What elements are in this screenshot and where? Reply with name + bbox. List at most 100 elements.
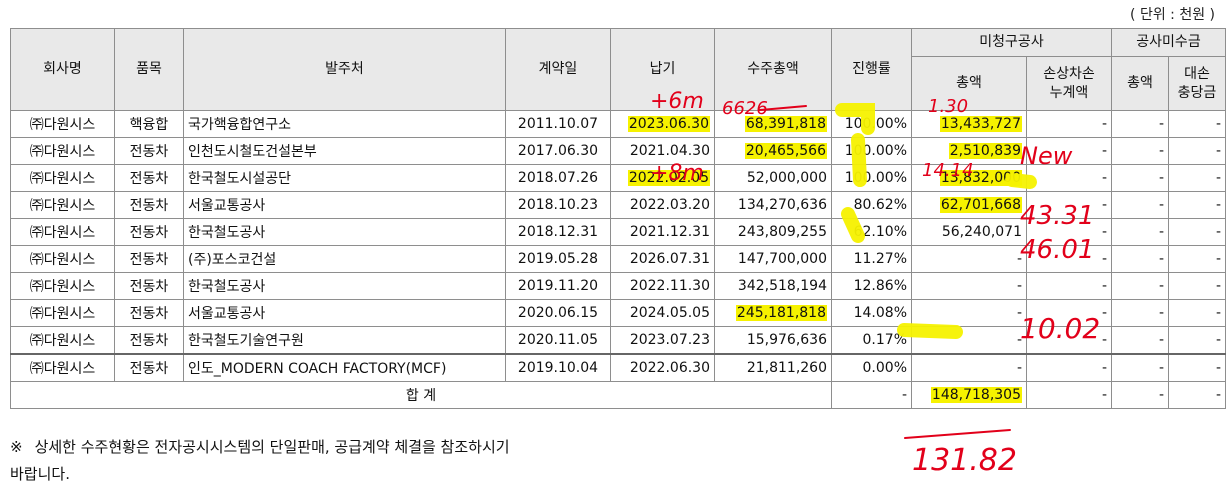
cell-unbilled-total: 62,701,668 — [911, 191, 1027, 219]
cell-progress: 0.00% — [831, 353, 912, 382]
table-row: ㈜다원시스 전동차 인천도시철도건설본부 2017.06.30 2021.04.30 20… — [10, 137, 1226, 165]
cell-unbilled-loss: - — [1026, 191, 1112, 219]
cell-receivable-total: - — [1111, 218, 1169, 246]
total-row: 합 계 - 148,718,305 - - - — [10, 381, 1226, 409]
highlighted-value: 245,181,818 — [735, 305, 827, 321]
cell-product: 전동차 — [114, 191, 184, 219]
table-row: ㈜다원시스 핵융합 국가핵융합연구소 2011.10.07 2023.06.30 68,3… — [10, 110, 1226, 138]
cell-receivable-allow: - — [1168, 110, 1226, 138]
cell-total: 21,811,260 — [714, 353, 832, 382]
col-header-receivable-allow: 대손 충당금 — [1168, 56, 1226, 111]
cell-unbilled-loss: - — [1026, 218, 1112, 246]
cell-client: 인천도시철도건설본부 — [183, 137, 506, 165]
highlighted-value: 13,832,000 — [939, 170, 1022, 186]
cell-company: ㈜다원시스 — [10, 110, 115, 138]
highlighted-value: 2,510,839 — [948, 143, 1022, 159]
cell-receivable-allow: - — [1168, 353, 1226, 382]
table-row: ㈜다원시스 전동차 서울교통공사 2018.10.23 2022.03.20 134,27… — [10, 191, 1226, 219]
cell-client: 국가핵융합연구소 — [183, 110, 506, 138]
cell-unbilled-total: - — [911, 353, 1027, 382]
total-unbilled-value: 148,718,305 — [930, 387, 1022, 403]
total-progress: - — [831, 381, 912, 409]
cell-progress: 12.86% — [831, 272, 912, 300]
cell-unbilled-total: 13,832,000 — [911, 164, 1027, 192]
cell-contract-date: 2020.06.15 — [505, 299, 611, 327]
highlighted-value: 68,391,818 — [744, 116, 827, 132]
cell-product: 전동차 — [114, 326, 184, 355]
col-header-contract-date: 계약일 — [505, 28, 611, 111]
col-header-receivable-group: 공사미수금 — [1111, 28, 1226, 57]
cell-contract-date: 2018.07.26 — [505, 164, 611, 192]
col-header-unbilled-loss: 손상차손 누계액 — [1026, 56, 1112, 111]
cell-delivery: 2022.11.30 — [610, 272, 715, 300]
highlighted-value: 2023.06.30 — [627, 116, 710, 132]
cell-company: ㈜다원시스 — [10, 137, 115, 165]
cell-company: ㈜다원시스 — [10, 164, 115, 192]
cell-receivable-allow: - — [1168, 218, 1226, 246]
cell-progress: 100.00% — [831, 164, 912, 192]
cell-company: ㈜다원시스 — [10, 191, 115, 219]
cell-unbilled-total: - — [911, 326, 1027, 355]
cell-product: 전동차 — [114, 218, 184, 246]
cell-unbilled-loss: - — [1026, 272, 1112, 300]
cell-client: 서울교통공사 — [183, 299, 506, 327]
cell-company: ㈜다원시스 — [10, 245, 115, 273]
cell-total: 243,809,255 — [714, 218, 832, 246]
cell-receivable-allow: - — [1168, 164, 1226, 192]
cell-total: 68,391,818 — [714, 110, 832, 138]
cell-progress: 100.00% — [831, 110, 912, 138]
table-row: ㈜다원시스 전동차 한국철도시설공단 2018.07.26 2022.02.05 52,0… — [10, 164, 1226, 192]
cell-receivable-allow: - — [1168, 191, 1226, 219]
cell-product: 전동차 — [114, 164, 184, 192]
cell-contract-date: 2017.06.30 — [505, 137, 611, 165]
cell-receivable-total: - — [1111, 326, 1169, 355]
cell-progress: 0.17% — [831, 326, 912, 355]
cell-progress: 14.08% — [831, 299, 912, 327]
table-row: ㈜다원시스 전동차 인도_MODERN COACH FACTORY(MCF) 2019… — [10, 353, 1226, 382]
cell-unbilled-total: - — [911, 245, 1027, 273]
cell-company: ㈜다원시스 — [10, 218, 115, 246]
unit-label: ( 단위 : 천원 ) — [1130, 7, 1215, 23]
total-unbilled: 148,718,305 — [911, 381, 1027, 409]
col-header-unbilled-total: 총액 — [911, 56, 1027, 111]
cell-receivable-total: - — [1111, 299, 1169, 327]
cell-delivery: 2021.04.30 — [610, 137, 715, 165]
cell-contract-date: 2019.10.04 — [505, 353, 611, 382]
cell-product: 전동차 — [114, 272, 184, 300]
footnote: ※ 상세한 수주현황은 전자공시시스템의 단일판매, 공급계약 체결을 참조하시기… — [10, 434, 510, 488]
cell-total: 20,465,566 — [714, 137, 832, 165]
col-header-product: 품목 — [114, 28, 184, 111]
cell-client: 한국철도공사 — [183, 272, 506, 300]
cell-total: 147,700,000 — [714, 245, 832, 273]
cell-receivable-allow: - — [1168, 137, 1226, 165]
cell-client: (주)포스코건설 — [183, 245, 506, 273]
cell-total: 245,181,818 — [714, 299, 832, 327]
cell-contract-date: 2018.10.23 — [505, 191, 611, 219]
cell-progress: 80.62% — [831, 191, 912, 219]
cell-receivable-total: - — [1111, 164, 1169, 192]
cell-product: 전동차 — [114, 353, 184, 382]
cell-unbilled-loss: - — [1026, 326, 1112, 355]
cell-client: 인도_MODERN COACH FACTORY(MCF) — [183, 353, 506, 382]
highlighted-value: 13,433,727 — [939, 116, 1022, 132]
table-row: ㈜다원시스 전동차 한국철도공사 2019.11.20 2022.11.30 342,51… — [10, 272, 1226, 300]
cell-receivable-allow: - — [1168, 272, 1226, 300]
cell-unbilled-loss: - — [1026, 245, 1112, 273]
col-header-company: 회사명 — [10, 28, 115, 111]
table-body: ㈜다원시스 핵융합 국가핵융합연구소 2011.10.07 2023.06.30 68,3… — [10, 110, 1226, 382]
cell-progress: 11.27% — [831, 245, 912, 273]
table-row: ㈜다원시스 전동차 한국철도공사 2018.12.31 2021.12.31 243,80… — [10, 218, 1226, 246]
cell-unbilled-total: - — [911, 299, 1027, 327]
cell-product: 핵융합 — [114, 110, 184, 138]
cell-contract-date: 2018.12.31 — [505, 218, 611, 246]
cell-receivable-allow: - — [1168, 245, 1226, 273]
cell-delivery: 2023.06.30 — [610, 110, 715, 138]
cell-unbilled-loss: - — [1026, 137, 1112, 165]
cell-delivery: 2024.05.05 — [610, 299, 715, 327]
cell-total: 15,976,636 — [714, 326, 832, 355]
cell-receivable-total: - — [1111, 191, 1169, 219]
cell-contract-date: 2019.11.20 — [505, 272, 611, 300]
total-label: 합 계 — [10, 381, 832, 409]
col-header-total: 수주총액 — [714, 28, 832, 111]
cell-unbilled-loss: - — [1026, 164, 1112, 192]
